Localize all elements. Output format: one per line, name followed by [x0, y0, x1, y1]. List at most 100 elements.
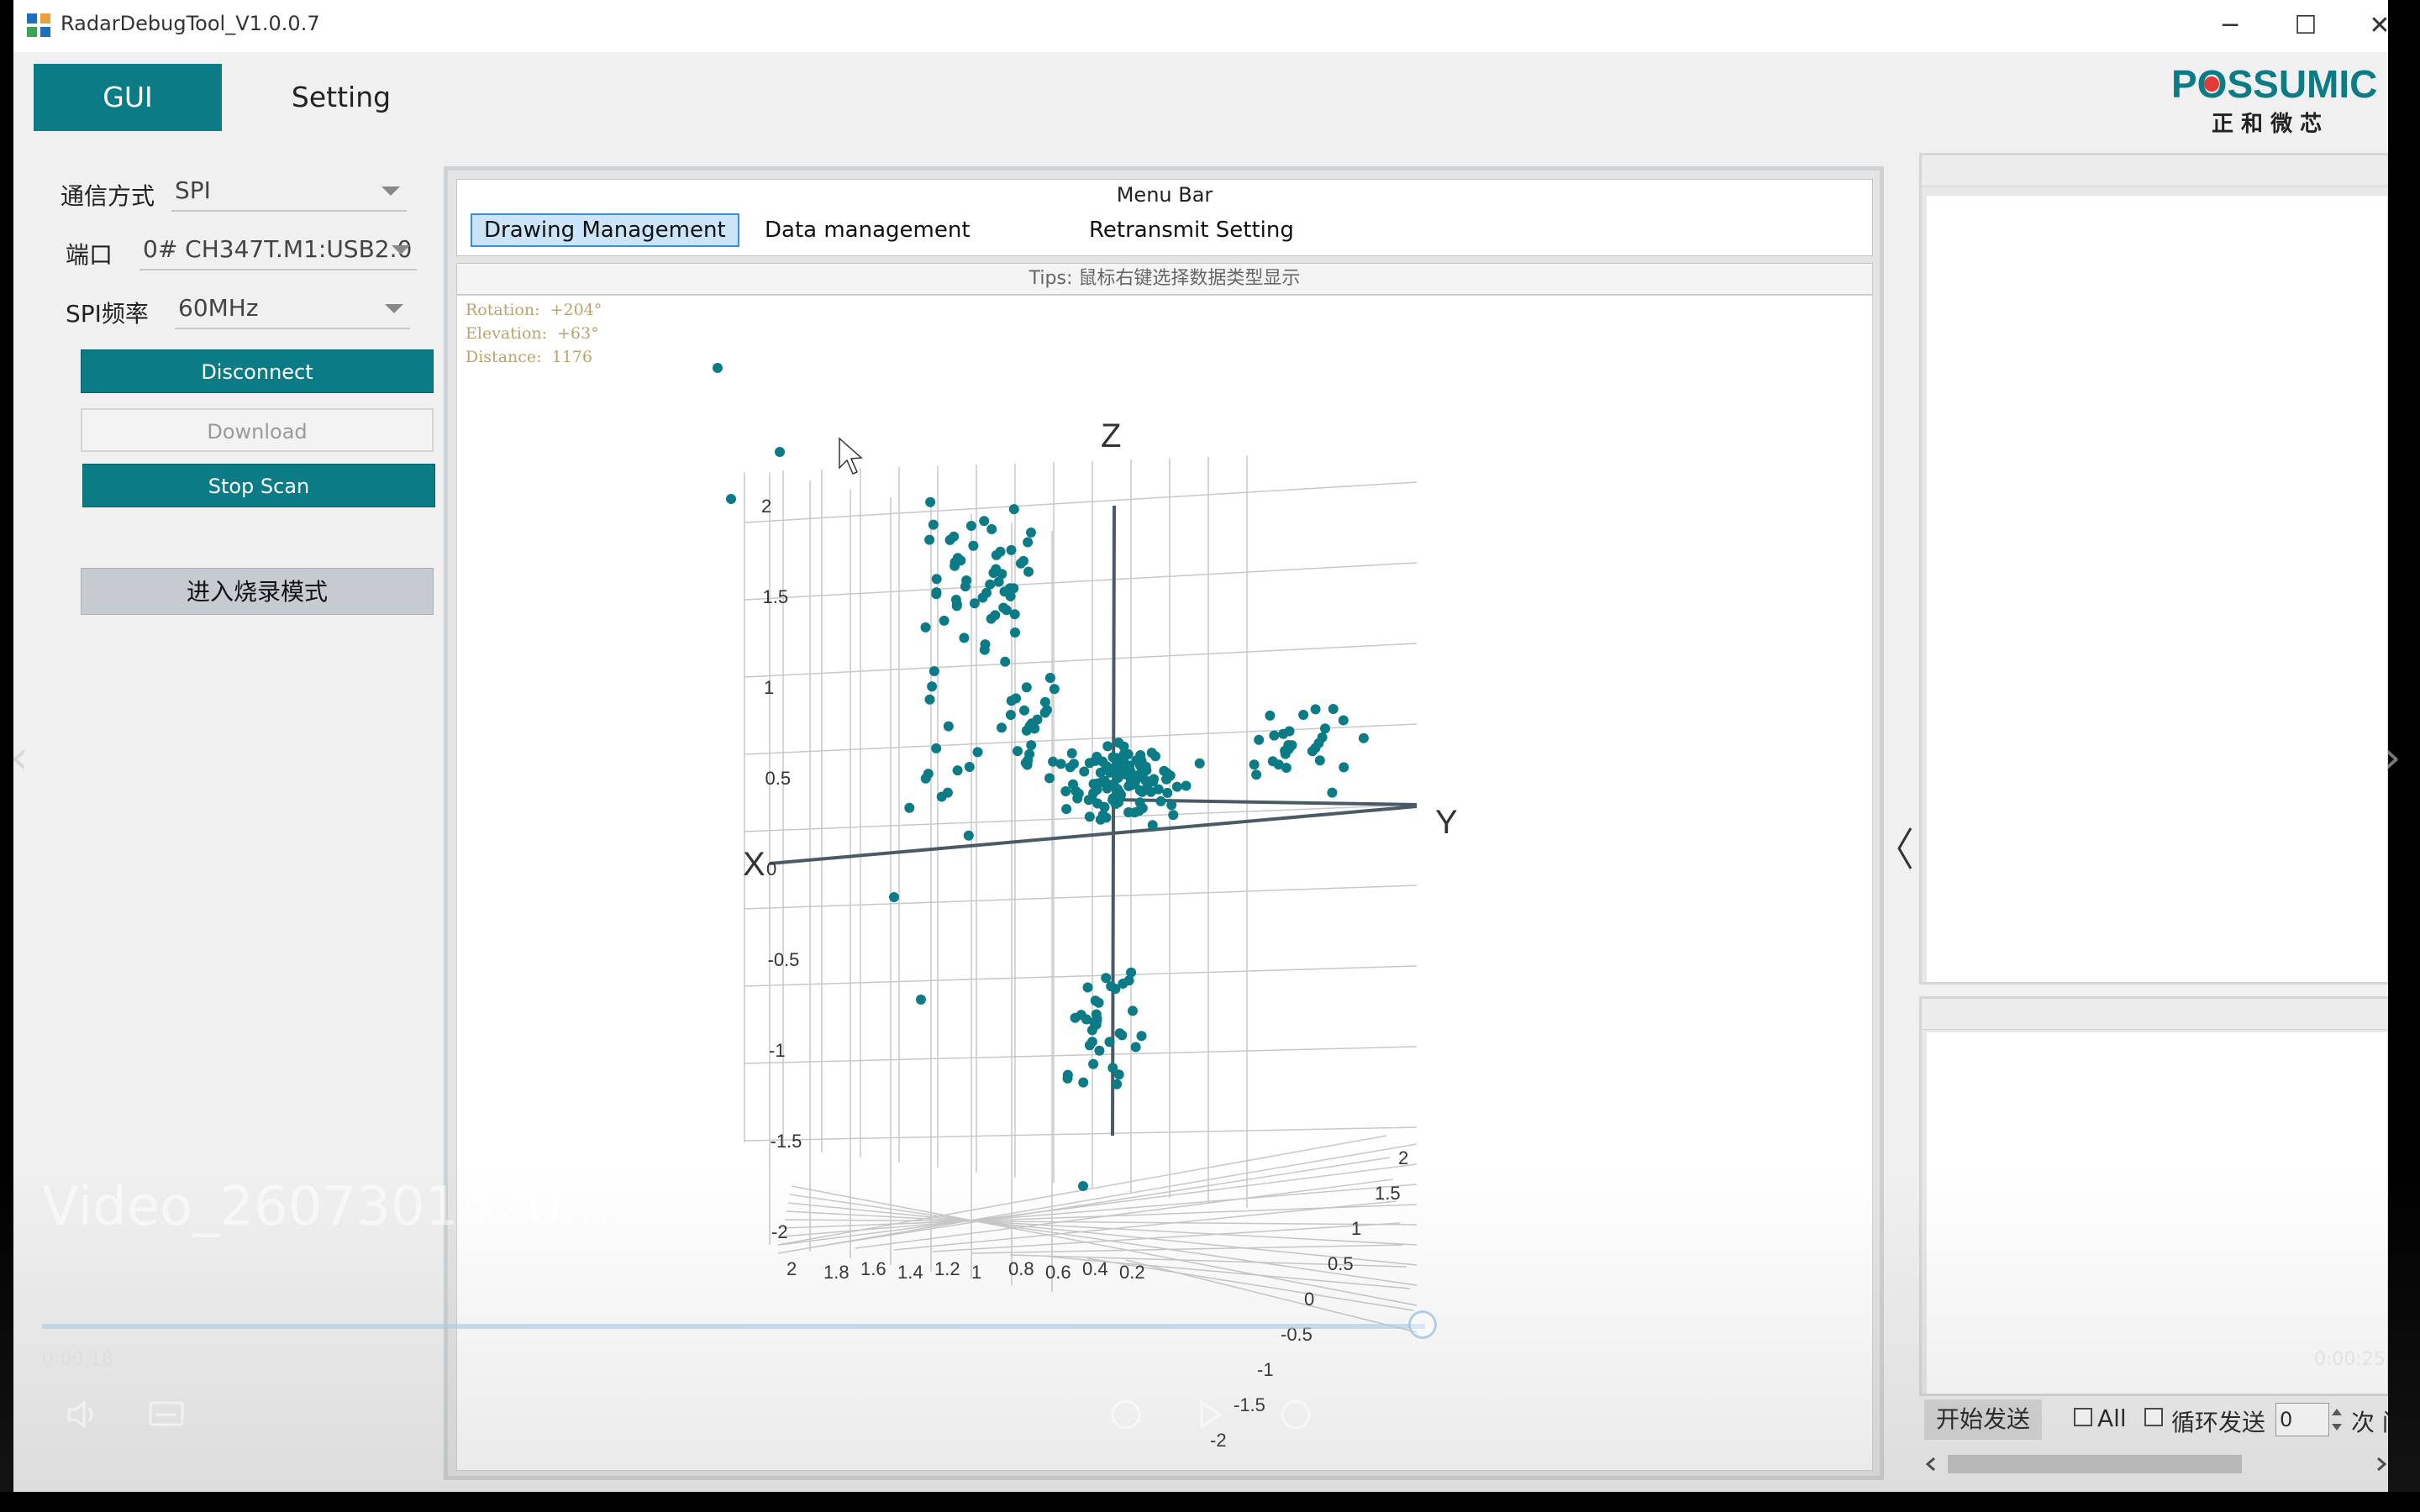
download-button[interactable]: Download	[81, 408, 434, 452]
data-point	[950, 595, 961, 605]
data-point	[1024, 748, 1035, 759]
data-point	[998, 602, 1009, 613]
data-point	[1090, 755, 1101, 766]
data-point	[775, 447, 785, 457]
start-send-button[interactable]: 开始发送	[1924, 1399, 2042, 1440]
send-box	[1919, 996, 2388, 1396]
burn-mode-button[interactable]: 进入烧录模式	[81, 568, 434, 615]
horizontal-scrollbar[interactable]	[1919, 1452, 2388, 1477]
send-box-header	[1922, 999, 2387, 1030]
grid-line	[816, 1157, 1391, 1247]
scrollbar-thumb[interactable]	[1948, 1455, 2242, 1473]
data-point	[931, 743, 942, 753]
menu-data-management[interactable]: Data management	[753, 213, 982, 247]
subtitles-icon[interactable]	[148, 1398, 185, 1435]
data-point	[726, 494, 736, 504]
y-tick-label: 0	[1304, 1289, 1314, 1310]
data-point	[927, 681, 938, 692]
x-tick-label: 0.4	[1082, 1258, 1108, 1279]
prev-video-icon[interactable]: ‹	[10, 731, 29, 784]
data-point	[1137, 803, 1148, 814]
data-point	[1070, 1012, 1081, 1023]
seek-bar[interactable]	[42, 1324, 1425, 1329]
disconnect-button[interactable]: Disconnect	[81, 349, 434, 393]
z-tick-label: 0.5	[765, 768, 792, 789]
spin-arrows-icon[interactable]	[2328, 1403, 2346, 1436]
forward-icon[interactable]	[1277, 1398, 1314, 1435]
stop-scan-button[interactable]: Stop Scan	[82, 464, 435, 507]
menu-drawing-management[interactable]: Drawing Management	[471, 213, 739, 247]
data-point	[1117, 1030, 1128, 1041]
next-video-icon[interactable]: ›	[2383, 731, 2402, 784]
data-point	[1048, 756, 1059, 767]
send-count-input[interactable]: 0	[2275, 1403, 2329, 1436]
data-point	[1072, 793, 1083, 804]
send-text-area[interactable]	[1927, 1032, 2387, 1394]
seek-knob[interactable]	[1408, 1310, 1437, 1339]
data-point	[986, 613, 997, 624]
y-tick-label: 1	[1351, 1218, 1361, 1239]
data-point	[1314, 755, 1325, 766]
chevron-down-icon	[381, 186, 400, 196]
data-point	[1091, 1009, 1102, 1020]
spi-freq-select[interactable]: 60MHz	[175, 291, 410, 329]
data-point	[1024, 721, 1035, 732]
z-tick-label: -1	[769, 1040, 786, 1061]
data-point	[1339, 762, 1349, 773]
data-point	[1068, 779, 1078, 790]
close-button[interactable]: ✕	[2354, 8, 2388, 44]
data-point	[1162, 787, 1173, 798]
data-point	[1338, 715, 1349, 726]
all-label: All	[2097, 1404, 2127, 1432]
data-point	[1044, 673, 1055, 683]
x-tick-label: 0.8	[1008, 1258, 1034, 1279]
app-window: RadarDebugTool_V1.0.0.7 ─ ☐ ✕ GUI Settin…	[13, 0, 2388, 1492]
data-point	[1165, 770, 1176, 781]
data-point	[1147, 820, 1158, 831]
data-point	[1118, 979, 1128, 989]
data-point	[1168, 810, 1179, 821]
data-point	[1313, 738, 1324, 748]
rewind-icon[interactable]	[1107, 1398, 1144, 1435]
scatter-plot-3d[interactable]: Rotation: +204° Elevation: +63° Distance…	[456, 295, 1873, 1471]
plot-canvas[interactable]: X Y Z 2 1.5 1 0.5 0 -0.5 -1 -1.5 -2 2 1.8 1.6 1.4 1.2 1 0.…	[457, 296, 1870, 1468]
minimize-button[interactable]: ─	[2205, 8, 2255, 44]
grid-line	[781, 1184, 1418, 1237]
receive-text-area[interactable]	[1927, 196, 2387, 982]
grid-line	[777, 1143, 1418, 1254]
spi-freq-label: SPI频率	[66, 300, 149, 328]
data-point	[929, 666, 939, 676]
data-point	[1061, 804, 1072, 815]
grid-line	[932, 1222, 1401, 1252]
comm-mode-select[interactable]: SPI	[171, 173, 407, 212]
data-point	[1026, 528, 1036, 538]
data-point	[1066, 748, 1077, 759]
times-label: 次 间	[2351, 1409, 2388, 1436]
maximize-button[interactable]: ☐	[2281, 8, 2331, 44]
receive-box-header	[1922, 155, 2387, 186]
menu-retransmit-setting[interactable]: Retransmit Setting	[1077, 213, 1306, 247]
video-title: Video_2607301420...	[42, 1176, 613, 1238]
port-select[interactable]: 0# CH347T.M1:USB2.0	[139, 232, 417, 270]
tab-setting[interactable]: Setting	[266, 64, 417, 131]
volume-icon[interactable]	[66, 1398, 103, 1435]
data-point	[959, 633, 970, 643]
data-point	[1088, 779, 1099, 790]
data-point	[1251, 769, 1262, 780]
tab-gui[interactable]: GUI	[34, 64, 222, 131]
collapse-panel-icon[interactable]	[1892, 823, 1918, 874]
play-icon[interactable]	[1192, 1398, 1228, 1435]
all-checkbox[interactable]	[2074, 1408, 2092, 1426]
data-point	[1111, 755, 1122, 766]
menu-bar-title: Menu Bar	[1116, 183, 1213, 207]
x-tick-label: 1.4	[897, 1262, 923, 1283]
data-point	[952, 553, 963, 564]
data-point	[1006, 544, 1017, 555]
data-point	[1155, 795, 1166, 806]
data-point	[1112, 1079, 1123, 1089]
comm-mode-value: SPI	[175, 176, 211, 204]
mouse-cursor-icon	[839, 437, 863, 475]
logo-brand: POSSUMIC	[2171, 62, 2377, 106]
loop-send-checkbox[interactable]	[2144, 1408, 2163, 1426]
data-point	[1102, 741, 1113, 752]
